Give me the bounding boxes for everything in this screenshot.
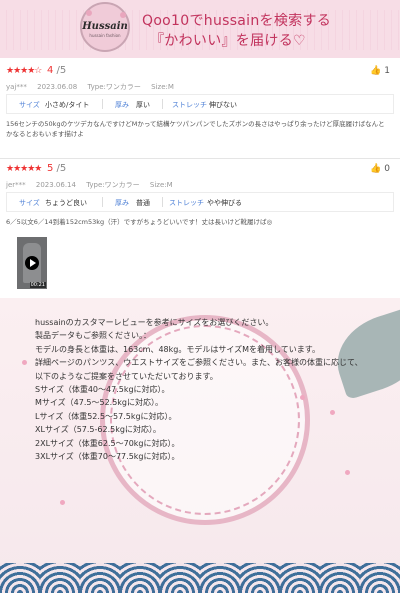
video-duration: 00:21 xyxy=(29,282,46,288)
option-type: Type:ワンカラー xyxy=(87,83,141,91)
option-size: Size:M xyxy=(151,83,174,91)
brand-logo[interactable]: Hussain hussain fashion xyxy=(80,2,130,52)
fit-label-thickness: 厚み xyxy=(115,101,129,109)
fit-value-thickness: 普通 xyxy=(136,199,150,207)
logo-subtitle: hussain fashion xyxy=(89,33,121,38)
review-date: 2023.06.14 xyxy=(35,181,76,189)
fit-value-stretch: 伸びない xyxy=(209,101,237,109)
info-line: 以下のようなご提案をさせていただいております。 xyxy=(35,371,218,381)
like-button[interactable]: 👍 1 xyxy=(370,66,390,76)
info-line: Mサイズ（47.5～52.5kgに対応）。 xyxy=(35,398,163,408)
divider xyxy=(102,99,103,109)
info-line: 詳細ページのパンツス、ウエストサイズをご参照ください。また、お客様の体重に応じて… xyxy=(35,358,363,368)
review-text: 156センチの50kgのケツデカなんですけどMかって結構ケツパンパンでしたズボン… xyxy=(6,120,385,138)
review-date: 2023.06.08 xyxy=(37,83,78,91)
flower-icon xyxy=(86,10,92,16)
option-size: Size:M xyxy=(149,181,173,189)
fit-label-size: サイズ xyxy=(19,199,40,207)
info-line: Sサイズ（体重40～47.5kgに対応）。 xyxy=(35,385,170,395)
wave-pattern xyxy=(0,563,400,593)
size-guide-text: hussainのカスタマーレビューを参考にサイズをお選びください。 製品データも… xyxy=(35,316,363,463)
petal-icon xyxy=(22,360,27,365)
score-max: /5 xyxy=(53,163,67,174)
info-line: hussainのカスタマーレビューを参考にサイズをお選びください。 xyxy=(35,318,274,327)
star-rating: ★★★★★ xyxy=(6,164,42,174)
review-meta: jer*** 2023.06.14 Type:ワンカラー Size:M xyxy=(6,180,181,190)
fit-label-thickness: 厚み xyxy=(115,199,129,207)
fit-value-stretch: やや伸びる xyxy=(207,199,242,207)
divider xyxy=(162,197,163,207)
divider xyxy=(162,99,163,109)
review-score: 4 /5 xyxy=(47,65,66,76)
fit-value-size: 小さめ/タイト xyxy=(45,101,90,109)
petal-icon xyxy=(345,470,350,475)
reviewer-name: jer*** xyxy=(6,181,26,189)
review-meta: yaj*** 2023.06.08 Type:ワンカラー Size:M xyxy=(6,82,182,92)
petal-icon xyxy=(60,500,65,505)
like-count: 0 xyxy=(384,164,390,174)
review-item: ★★★★★ 5 /5 👍 0 jer*** 2023.06.14 Type:ワン… xyxy=(0,160,400,296)
fit-value-thickness: 厚い xyxy=(136,101,150,109)
review-item: ★★★★☆ 4 /5 👍 1 yaj*** 2023.06.08 Type:ワン… xyxy=(0,60,400,159)
banner-line-2: 『かわいい』を届ける♡ xyxy=(150,33,306,49)
fit-label-stretch: ストレッチ xyxy=(172,101,207,109)
fit-value-size: ちょうど良い xyxy=(45,199,87,207)
fit-label-size: サイズ xyxy=(19,101,40,109)
info-line: XLサイズ（57.5-62.5kgに対応）。 xyxy=(35,425,161,435)
like-count: 1 xyxy=(384,66,390,76)
thumbs-up-icon: 👍 xyxy=(370,66,382,76)
info-line: モデルの身長と体重は、163cm、48kg。モデルはサイズMを着用しています。 xyxy=(35,344,320,354)
info-line: 3XLサイズ（体重70～77.5kgに対応）。 xyxy=(35,452,180,462)
divider xyxy=(102,197,103,207)
play-icon[interactable] xyxy=(25,256,39,270)
banner-line-1: Qoo10でhussainを検索する xyxy=(142,13,332,29)
flower-icon xyxy=(120,12,126,18)
info-line: 2XLサイズ（体重62.5～70kgに対応）。 xyxy=(35,438,180,448)
review-text: 6／5以文6／14到着152cm53kg（汗）ですがちょうどいいです！丈は長いけ… xyxy=(6,218,273,226)
score-max: /5 xyxy=(53,65,67,76)
review-video-thumbnail[interactable]: 00:21 xyxy=(17,237,47,289)
logo-name: Hussain xyxy=(82,21,128,32)
star-rating: ★★★★☆ xyxy=(6,66,42,76)
fit-summary: サイズ ちょうど良い 厚み 普通 ストレッチ やや伸びる xyxy=(6,192,394,212)
like-button[interactable]: 👍 0 xyxy=(370,164,390,174)
info-line: 製品データもご参照ください。： xyxy=(35,331,151,341)
fit-label-stretch: ストレッチ xyxy=(169,199,204,207)
fit-summary: サイズ 小さめ/タイト 厚み 厚い ストレッチ 伸びない xyxy=(6,94,394,114)
info-line: Lサイズ（体重52.5～57.5kgに対応）。 xyxy=(35,411,177,421)
review-score: 5 /5 xyxy=(47,163,66,174)
option-type: Type:ワンカラー xyxy=(86,181,140,189)
header-banner: Hussain hussain fashion Qoo10でhussainを検索… xyxy=(0,0,400,58)
thumbs-up-icon: 👍 xyxy=(370,164,382,174)
reviewer-name: yaj*** xyxy=(6,83,27,91)
